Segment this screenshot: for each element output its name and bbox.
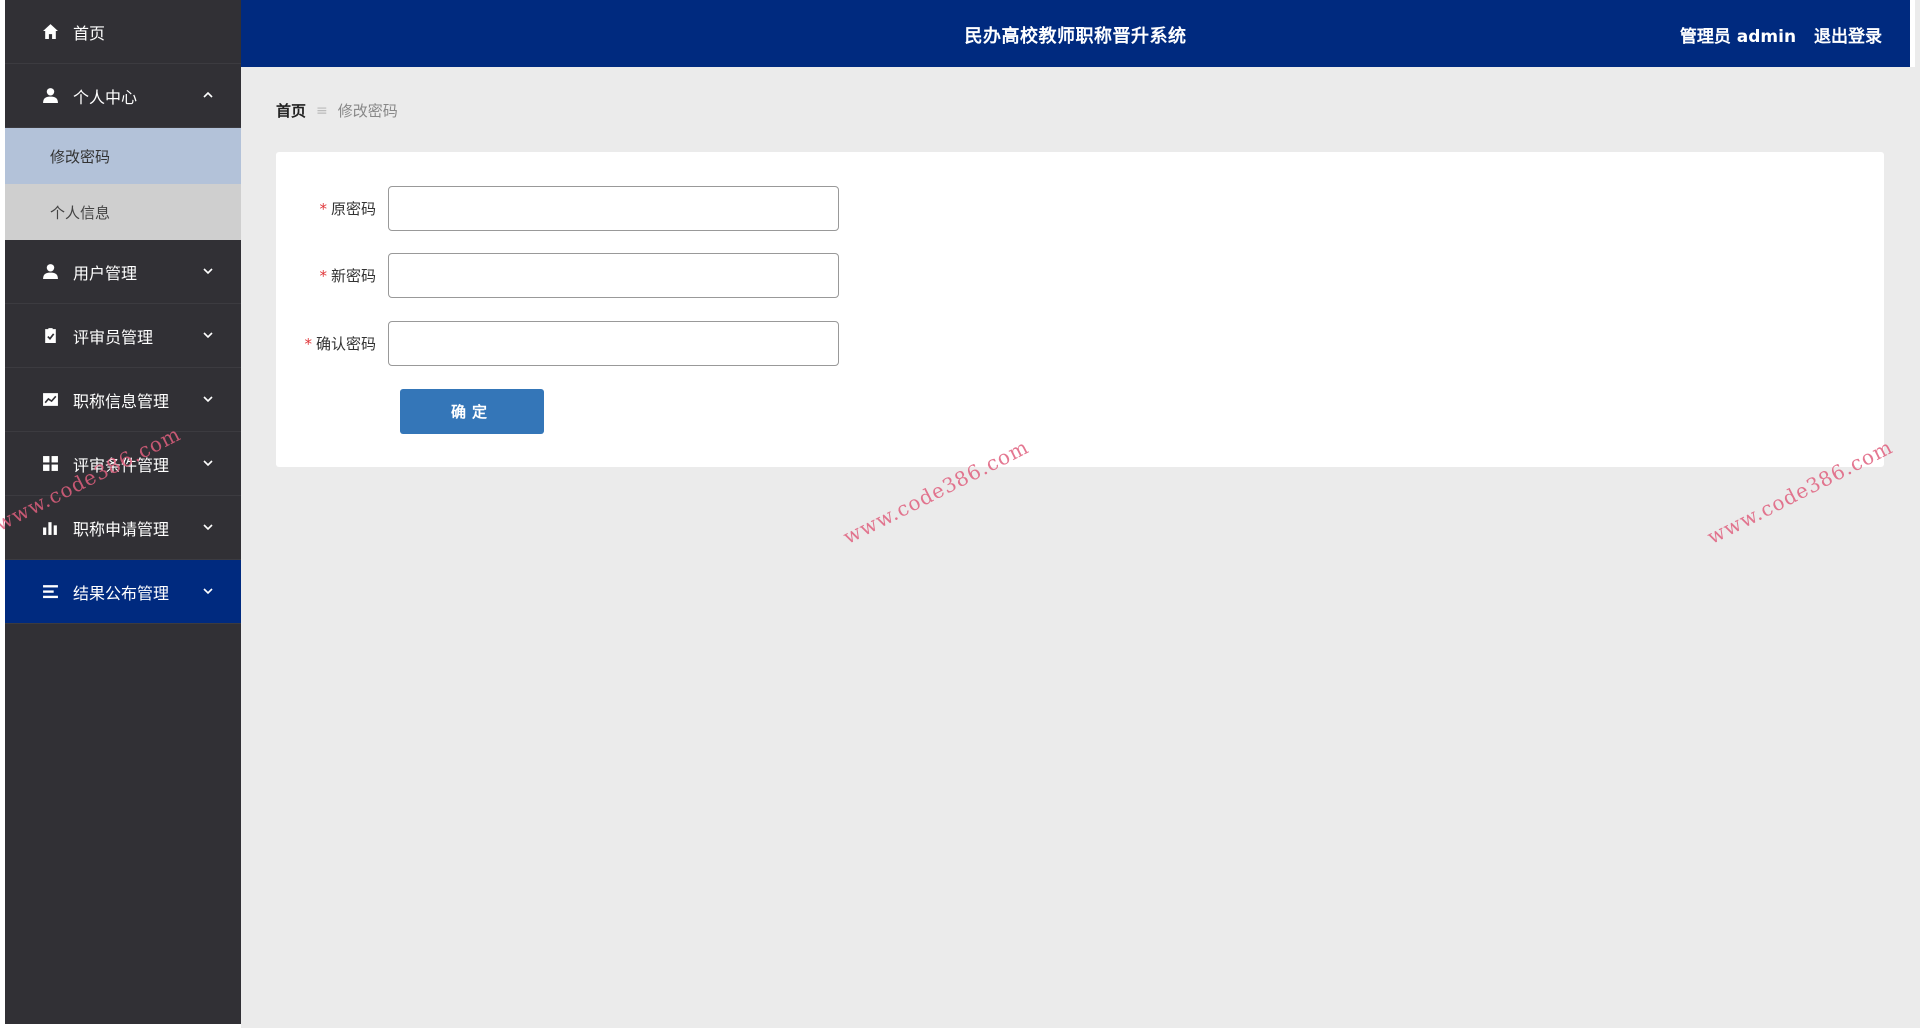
sidebar-item-label: 评审条件管理 [73, 455, 170, 475]
chevron-down-icon [201, 456, 215, 470]
sidebar-item-label: 用户管理 [73, 263, 138, 283]
sidebar-subitem-label: 修改密码 [50, 147, 111, 166]
grid-icon [41, 455, 59, 473]
breadcrumb-home[interactable]: 首页 [276, 100, 306, 121]
chevron-down-icon [201, 328, 215, 342]
sidebar-item-label: 职称申请管理 [73, 519, 170, 539]
breadcrumb-separator: ≡ [316, 102, 328, 119]
chevron-down-icon [201, 520, 215, 534]
change-password-card: * 原密码 * 新密码 * 确认密码 确定 [276, 152, 1884, 467]
breadcrumb-current: 修改密码 [337, 102, 398, 120]
required-mark: * [319, 267, 327, 285]
sidebar-item-personal-center[interactable]: 个人中心 [5, 64, 241, 128]
new-password-row: * 新密码 [276, 253, 839, 298]
chevron-down-icon [201, 392, 215, 406]
user-icon [41, 87, 59, 105]
sidebar-item-label: 结果公布管理 [73, 583, 170, 603]
confirm-password-input[interactable] [388, 321, 839, 366]
confirm-password-label: * 确认密码 [304, 335, 376, 353]
sidebar-item-label: 个人中心 [73, 87, 138, 107]
sidebar-subitem-change-password[interactable]: 修改密码 [5, 128, 241, 184]
sidebar-item-user-management[interactable]: 用户管理 [5, 240, 241, 304]
sidebar-subitem-personal-info[interactable]: 个人信息 [5, 184, 241, 240]
sidebar-item-result-publish-management[interactable]: 结果公布管理 [5, 560, 241, 624]
sidebar-item-title-info-management[interactable]: 职称信息管理 [5, 368, 241, 432]
chevron-down-icon [201, 584, 215, 598]
sidebar-item-home[interactable]: 首页 [5, 0, 241, 64]
list-icon [41, 583, 59, 601]
sidebar-item-reviewer-management[interactable]: 评审员管理 [5, 304, 241, 368]
home-icon [41, 23, 59, 41]
sidebar-item-label: 评审员管理 [73, 327, 154, 347]
app-title: 民办高校教师职称晋升系统 [964, 26, 1187, 47]
chart-line-icon [41, 391, 59, 409]
sidebar-item-review-condition-management[interactable]: 评审条件管理 [5, 432, 241, 496]
current-user: 管理员 admin [1679, 27, 1797, 47]
sidebar-item-label: 职称信息管理 [73, 391, 170, 411]
chevron-down-icon [201, 264, 215, 278]
old-password-input[interactable] [388, 186, 839, 231]
user-icon [41, 263, 59, 281]
confirm-password-row: * 确认密码 [276, 321, 839, 366]
bar-chart-icon [41, 519, 59, 537]
sidebar-item-label: 首页 [73, 23, 106, 43]
confirm-button[interactable]: 确定 [400, 389, 544, 434]
old-password-label: * 原密码 [319, 200, 376, 218]
breadcrumb: 首页 ≡ 修改密码 [276, 100, 398, 121]
sidebar-item-title-application-management[interactable]: 职称申请管理 [5, 496, 241, 560]
old-password-row: * 原密码 [276, 186, 839, 231]
sidebar: 首页 个人中心 修改密码 个人信息 用户管理 评审员管理 职称信息管理 评审条件… [0, 0, 241, 1028]
chevron-up-icon [201, 88, 215, 102]
user-area: 管理员 admin 退出登录 [1680, 22, 1882, 47]
required-mark: * [304, 335, 312, 353]
new-password-label: * 新密码 [319, 267, 376, 285]
required-mark: * [319, 200, 327, 218]
clipboard-icon [41, 327, 59, 345]
top-header: 民办高校教师职称晋升系统 管理员 admin 退出登录 [241, 0, 1915, 67]
logout-button[interactable]: 退出登录 [1814, 27, 1882, 47]
sidebar-subitem-label: 个人信息 [50, 203, 111, 222]
new-password-input[interactable] [388, 253, 839, 298]
